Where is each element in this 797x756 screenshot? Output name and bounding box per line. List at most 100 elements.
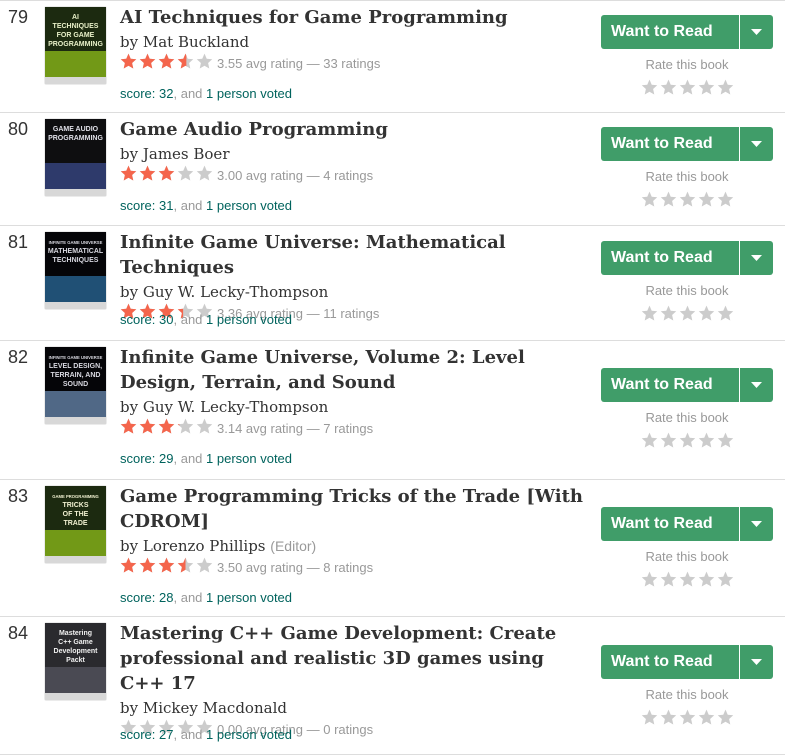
star-icon[interactable] (717, 191, 734, 207)
book-cover[interactable]: GAME AUDIO PROGRAMMING (45, 119, 106, 196)
star-icon (196, 418, 213, 434)
star-icon (177, 165, 194, 181)
star-icon[interactable] (679, 191, 696, 207)
star-icon[interactable] (660, 191, 677, 207)
cover-text: AI (72, 14, 79, 21)
book-info: AI Techniques for Game Programming by Ma… (120, 5, 590, 75)
book-cover[interactable]: INFINITE GAME UNIVERSE LEVEL DESIGN, TERRA… (45, 347, 106, 424)
book-title[interactable]: Infinite Game Universe, Volume 2: Level … (120, 345, 590, 395)
voters-link[interactable]: 1 person voted (206, 86, 292, 101)
voters-link[interactable]: 1 person voted (206, 198, 292, 213)
cover-text: TERRAIN, AND (51, 372, 101, 379)
score-line: score: 29, and 1 person voted (120, 451, 292, 466)
star-icon[interactable] (641, 191, 658, 207)
score-link[interactable]: score: 30 (120, 312, 173, 327)
want-to-read-button[interactable]: Want to Read (601, 507, 739, 541)
star-icon[interactable] (717, 79, 734, 95)
star-icon[interactable] (679, 432, 696, 448)
star-icon[interactable] (698, 432, 715, 448)
star-icon[interactable] (698, 191, 715, 207)
star-icon[interactable] (717, 432, 734, 448)
star-icon[interactable] (698, 305, 715, 321)
star-icon[interactable] (660, 709, 677, 725)
shelf-dropdown-button[interactable] (740, 15, 773, 49)
star-icon[interactable] (717, 709, 734, 725)
and-text: , and (173, 312, 207, 327)
star-icon[interactable] (717, 571, 734, 587)
voters-link[interactable]: 1 person voted (206, 312, 292, 327)
star-icon[interactable] (660, 305, 677, 321)
shelf-dropdown-button[interactable] (740, 127, 773, 161)
book-title[interactable]: Game Audio Programming (120, 117, 590, 142)
score-link[interactable]: score: 31 (120, 198, 173, 213)
voters-link[interactable]: 1 person voted (206, 727, 292, 742)
want-to-read-button[interactable]: Want to Read (601, 241, 739, 275)
rating-line: 3.00 avg rating — 4 ratings (120, 165, 590, 187)
score-link[interactable]: score: 29 (120, 451, 173, 466)
book-cover[interactable]: GAME PROGRAMMING TRICKS OF THE TRADE (45, 486, 106, 563)
star-icon[interactable] (641, 305, 658, 321)
book-title[interactable]: AI Techniques for Game Programming (120, 5, 590, 30)
voters-link[interactable]: 1 person voted (206, 590, 292, 605)
book-cover[interactable]: Mastering C++ Game Development Packt (45, 623, 106, 700)
shelf-dropdown-button[interactable] (740, 507, 773, 541)
rate-stars[interactable] (641, 709, 734, 726)
star-icon[interactable] (660, 79, 677, 95)
star-icon[interactable] (641, 79, 658, 95)
rating-line: 3.50 avg rating — 8 ratings (120, 557, 590, 579)
star-icon[interactable] (717, 305, 734, 321)
by-label: by (120, 537, 139, 555)
want-to-read-button[interactable]: Want to Read (601, 127, 739, 161)
score-link[interactable]: score: 32 (120, 86, 173, 101)
rate-stars[interactable] (641, 191, 734, 208)
shelf-dropdown-button[interactable] (740, 368, 773, 402)
star-icon (196, 165, 213, 181)
author-name[interactable]: James Boer (143, 145, 230, 163)
author-name[interactable]: Guy W. Lecky-Thompson (143, 283, 328, 301)
star-icon[interactable] (641, 432, 658, 448)
star-icon (158, 165, 175, 181)
author-name[interactable]: Mickey Macdonald (143, 699, 287, 717)
star-icon[interactable] (679, 571, 696, 587)
star-icon (177, 557, 194, 573)
score-line: score: 28, and 1 person voted (120, 590, 292, 605)
rating-text: 3.00 avg rating — 4 ratings (217, 168, 374, 183)
book-title[interactable]: Mastering C++ Game Development: Create p… (120, 621, 590, 696)
shelf-dropdown-button[interactable] (740, 241, 773, 275)
star-icon[interactable] (641, 571, 658, 587)
star-icon[interactable] (660, 571, 677, 587)
want-to-read-button[interactable]: Want to Read (601, 368, 739, 402)
want-to-read-button[interactable]: Want to Read (601, 645, 739, 679)
star-icon[interactable] (641, 709, 658, 725)
rate-stars[interactable] (641, 305, 734, 322)
rate-stars[interactable] (641, 571, 734, 588)
star-icon[interactable] (698, 709, 715, 725)
book-info: Infinite Game Universe, Volume 2: Level … (120, 345, 590, 440)
star-icon[interactable] (679, 305, 696, 321)
star-icon[interactable] (679, 79, 696, 95)
rate-stars[interactable] (641, 79, 734, 96)
book-info: Mastering C++ Game Development: Create p… (120, 621, 590, 741)
author-name[interactable]: Guy W. Lecky-Thompson (143, 398, 328, 416)
author-name[interactable]: Mat Buckland (143, 33, 249, 51)
book-title[interactable]: Game Programming Tricks of the Trade [Wi… (120, 484, 590, 534)
book-cover[interactable]: INFINITE GAME UNIVERSE MATHEMATICAL TECHNI… (45, 232, 106, 309)
book-cover[interactable]: AI TECHNIQUES FOR GAME PROGRAMMING (45, 7, 106, 84)
score-link[interactable]: score: 28 (120, 590, 173, 605)
book-title[interactable]: Infinite Game Universe: Mathematical Tec… (120, 230, 590, 280)
star-icon[interactable] (698, 571, 715, 587)
rating-text: 3.50 avg rating — 8 ratings (217, 560, 374, 575)
rate-stars[interactable] (641, 432, 734, 449)
shelf-dropdown-button[interactable] (740, 645, 773, 679)
star-icon[interactable] (660, 432, 677, 448)
avg-rating-stars (120, 165, 213, 182)
author-line: by James Boer (120, 143, 590, 165)
voters-link[interactable]: 1 person voted (206, 451, 292, 466)
author-line: by Guy W. Lecky-Thompson (120, 281, 590, 303)
want-to-read-button[interactable]: Want to Read (601, 15, 739, 49)
star-icon[interactable] (679, 709, 696, 725)
star-icon (196, 557, 213, 573)
star-icon[interactable] (698, 79, 715, 95)
author-name[interactable]: Lorenzo Phillips (143, 537, 266, 555)
score-link[interactable]: score: 27 (120, 727, 173, 742)
